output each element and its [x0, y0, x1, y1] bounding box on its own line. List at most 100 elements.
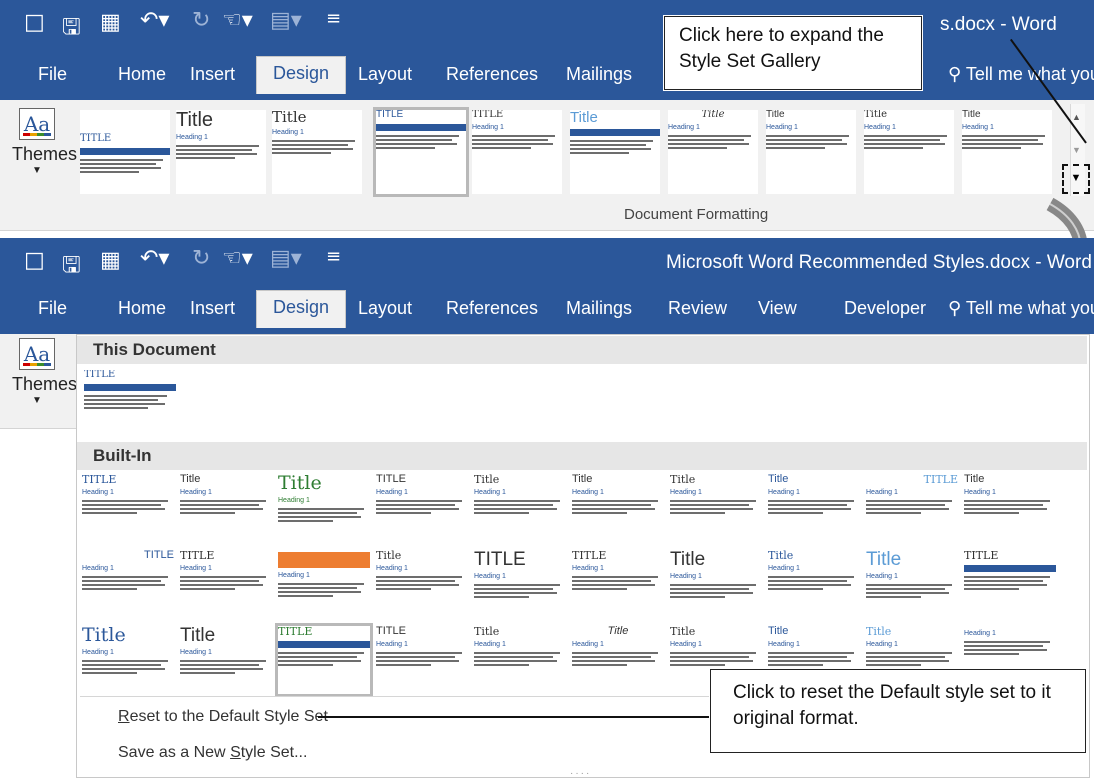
tab-references[interactable]: References: [446, 64, 538, 85]
thumb-title: TITLE: [180, 550, 215, 562]
touch-mode-icon-2[interactable]: ☜▾: [222, 246, 253, 271]
thumb-title: TITLE: [84, 370, 116, 380]
gallery-expand-button[interactable]: ▼: [1062, 164, 1090, 194]
built-in-style-thumb[interactable]: Title Heading 1: [180, 474, 272, 542]
new-document-icon[interactable]: □: [24, 10, 45, 35]
thumb-heading: Heading 1: [572, 489, 604, 496]
built-in-style-thumb[interactable]: TITLE Heading 1: [572, 550, 664, 618]
built-in-style-thumb[interactable]: Title Heading 1: [768, 474, 860, 542]
built-in-style-thumb[interactable]: TITLE Heading 1: [180, 550, 272, 618]
tab-insert[interactable]: Insert: [190, 64, 235, 85]
built-in-style-thumb[interactable]: TITLE Heading 1: [82, 474, 174, 542]
save-as-icon[interactable]: ▦: [100, 10, 121, 35]
tab-insert-2[interactable]: Insert: [190, 298, 235, 319]
built-in-style-thumb[interactable]: Title Heading 1: [376, 550, 468, 618]
chevron-down-icon: ▼: [32, 165, 42, 176]
tell-me-box[interactable]: ⚲ Tell me what you: [948, 64, 1094, 85]
style-set-thumb[interactable]: Title Heading 1: [272, 110, 362, 194]
scroll-down-icon[interactable]: ▼: [1072, 145, 1081, 155]
themes-button-bottom[interactable]: Aa Themes ▼: [12, 338, 77, 406]
built-in-style-thumb[interactable]: Title Heading 1: [278, 474, 370, 542]
print-preview-icon-2[interactable]: ▤▾: [270, 246, 302, 271]
built-in-style-thumb[interactable]: Title Heading 1: [474, 626, 566, 694]
tab-layout[interactable]: Layout: [358, 64, 412, 85]
thumb-title: Title: [670, 474, 696, 486]
thumb-heading: Heading 1: [180, 489, 212, 496]
tab-home[interactable]: Home: [118, 64, 166, 85]
redo-icon[interactable]: ↻: [192, 8, 210, 33]
built-in-style-thumb[interactable]: Title Heading 1: [964, 474, 1056, 542]
thumb-title: Title: [768, 550, 794, 562]
style-set-thumb[interactable]: Title Heading 1: [864, 110, 954, 194]
style-set-thumb[interactable]: Title Heading 1: [668, 110, 758, 194]
thumb-body-lines: [80, 159, 170, 173]
built-in-style-thumb[interactable]: TITLE Heading 1: [376, 474, 468, 542]
thumb-title: Title: [607, 626, 629, 637]
this-document-thumb[interactable]: TITLE: [84, 370, 176, 432]
style-set-thumb[interactable]: Title Heading 1: [766, 110, 856, 194]
tab-review[interactable]: Review: [668, 298, 727, 319]
style-set-thumb[interactable]: Title Heading 1: [962, 110, 1052, 194]
built-in-style-thumb[interactable]: TITLE Heading 1: [82, 550, 174, 618]
scroll-up-icon[interactable]: ▲: [1072, 112, 1081, 122]
style-set-thumb[interactable]: TITLE: [80, 110, 170, 194]
built-in-style-thumb[interactable]: Title Heading 1: [768, 550, 860, 618]
built-in-style-thumb[interactable]: TITLE: [275, 623, 373, 697]
print-preview-icon[interactable]: ▤▾: [270, 8, 302, 33]
built-in-style-thumb[interactable]: Title Heading 1: [572, 626, 664, 694]
top-document-title: s.docx - Word: [940, 14, 1057, 35]
tab-home-2[interactable]: Home: [118, 298, 166, 319]
themes-button-top[interactable]: Aa Themes ▼: [12, 108, 77, 176]
tell-me-box-2[interactable]: ⚲ Tell me what you: [948, 298, 1094, 319]
save-new-style-set-item[interactable]: Save as a New Style Set...: [118, 744, 307, 762]
thumb-body-lines: [768, 576, 860, 590]
tab-layout-2[interactable]: Layout: [358, 298, 412, 319]
tab-file[interactable]: File: [38, 64, 67, 85]
built-in-style-thumb[interactable]: Title Heading 1: [670, 550, 762, 618]
save-as-icon-2[interactable]: ▦: [100, 248, 121, 273]
built-in-header: Built-In: [77, 442, 1087, 470]
thumb-heading: Heading 1: [82, 489, 114, 496]
tab-view[interactable]: View: [758, 298, 797, 319]
thumb-title: Title: [474, 474, 500, 486]
built-in-style-thumb[interactable]: TITLE Heading 1: [474, 550, 566, 618]
tab-developer[interactable]: Developer: [844, 298, 926, 319]
customize-qat-icon-2[interactable]: ≡: [326, 246, 341, 267]
built-in-style-thumb[interactable]: TITLE: [964, 550, 1056, 618]
tab-mailings-2[interactable]: Mailings: [566, 298, 632, 319]
built-in-style-thumb[interactable]: Title Heading 1: [180, 626, 272, 694]
customize-qat-icon[interactable]: ≡: [326, 8, 341, 29]
thumb-body-lines: [82, 660, 174, 674]
style-set-thumb[interactable]: TITLE Heading 1: [472, 110, 562, 194]
style-set-thumb[interactable]: Title: [570, 110, 660, 194]
built-in-style-thumb[interactable]: TITLE Heading 1: [376, 626, 468, 694]
undo-icon[interactable]: ↶▾: [140, 8, 169, 33]
redo-icon-2[interactable]: ↻: [192, 246, 210, 271]
thumb-heading: Heading 1: [768, 489, 800, 496]
built-in-style-thumb[interactable]: Title Heading 1: [670, 474, 762, 542]
save-icon[interactable]: 🖫: [62, 10, 81, 48]
style-set-thumb[interactable]: TITLE: [373, 107, 469, 197]
new-document-icon-2[interactable]: □: [24, 248, 45, 273]
built-in-style-thumb[interactable]: Title Heading 1: [82, 626, 174, 694]
thumb-body-lines: [176, 145, 266, 159]
built-in-style-thumb[interactable]: Heading 1: [278, 550, 370, 618]
style-set-thumb[interactable]: Title Heading 1: [176, 110, 266, 194]
tab-mailings[interactable]: Mailings: [566, 64, 632, 85]
thumb-heading: Heading 1: [278, 497, 310, 504]
built-in-style-thumb[interactable]: Title Heading 1: [866, 550, 958, 618]
tab-file-2[interactable]: File: [38, 298, 67, 319]
thumb-body-lines: [964, 500, 1056, 514]
save-icon-2[interactable]: 🖫: [62, 248, 81, 286]
tab-design[interactable]: Design: [256, 56, 347, 94]
reset-style-set-item[interactable]: Reset to the Default Style Set: [118, 708, 328, 726]
resize-grip-icon[interactable]: ····: [570, 768, 591, 779]
touch-mode-icon[interactable]: ☜▾: [222, 8, 253, 33]
built-in-style-thumb[interactable]: TITLE Heading 1: [866, 474, 958, 542]
built-in-style-thumb[interactable]: Title Heading 1: [474, 474, 566, 542]
undo-icon-2[interactable]: ↶▾: [140, 246, 169, 271]
tab-design-2[interactable]: Design: [256, 290, 347, 328]
built-in-style-thumb[interactable]: Title Heading 1: [572, 474, 664, 542]
thumb-heading: Heading 1: [82, 649, 114, 656]
tab-references-2[interactable]: References: [446, 298, 538, 319]
